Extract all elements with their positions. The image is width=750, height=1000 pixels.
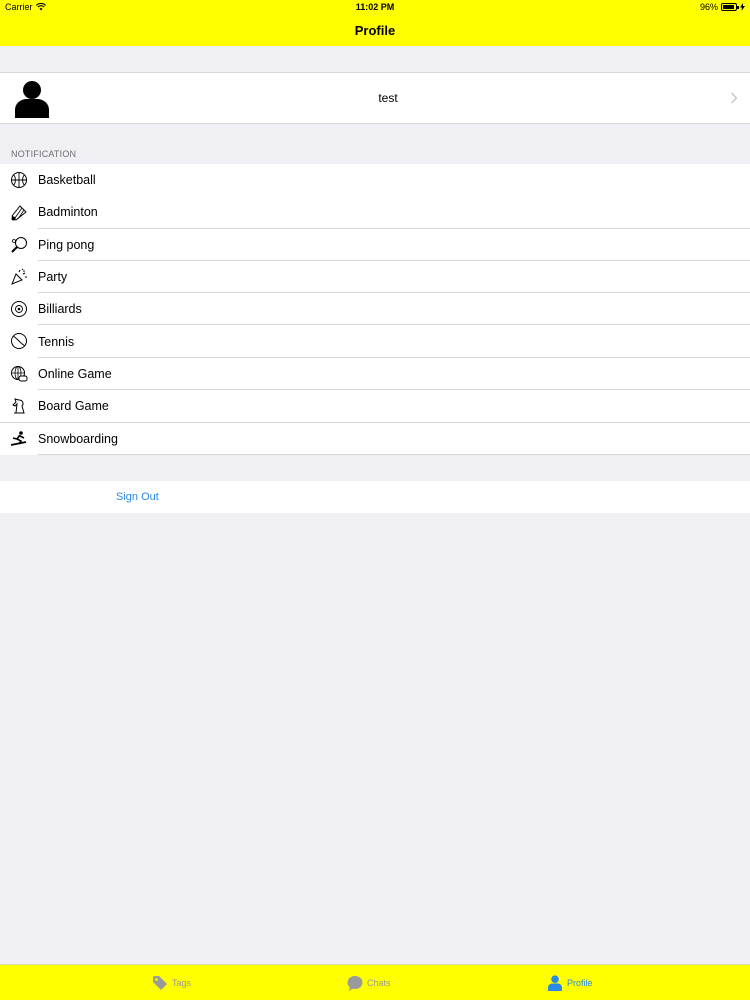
- list-item-party[interactable]: Party: [0, 261, 750, 294]
- party-popper-icon: [11, 268, 27, 285]
- chat-bubble-icon: [347, 976, 363, 991]
- profile-cell[interactable]: test: [0, 72, 750, 124]
- ping-pong-icon: [11, 236, 27, 253]
- globe-controller-icon: [11, 365, 28, 382]
- tab-profile[interactable]: Profile: [547, 965, 593, 1000]
- tab-tags[interactable]: Tags: [152, 965, 191, 1000]
- tab-label: Profile: [567, 978, 593, 988]
- list-item-label: Party: [38, 270, 68, 285]
- list-item-online-game[interactable]: Online Game: [0, 358, 750, 391]
- list-item-label: Ping pong: [38, 237, 95, 252]
- tab-bar: Tags Chats Profile: [0, 964, 750, 1000]
- list-item-billiards[interactable]: Billiards: [0, 293, 750, 326]
- snowboarder-icon: [10, 431, 27, 447]
- tab-chats[interactable]: Chats: [347, 965, 391, 1000]
- chevron-right-icon: [730, 92, 738, 104]
- list-item-ping-pong[interactable]: Ping pong: [0, 229, 750, 262]
- charging-bolt-icon: [740, 3, 745, 11]
- list-item-label: Tennis: [38, 334, 75, 349]
- chess-piece-icon: [12, 398, 25, 414]
- navigation-bar: Profile: [0, 14, 750, 46]
- notification-list: Basketball Badminton Ping pong Party Bil…: [0, 164, 750, 455]
- list-item-board-game[interactable]: Board Game: [0, 390, 750, 422]
- list-item-label: Basketball: [38, 173, 96, 188]
- tab-label: Chats: [367, 978, 391, 988]
- section-header-notification: NOTIFICATION: [11, 149, 77, 159]
- battery-percent: 96%: [699, 2, 718, 12]
- list-item-label: Billiards: [38, 302, 82, 317]
- list-item-tennis[interactable]: Tennis: [0, 325, 750, 359]
- list-item-label: Snowboarding: [38, 432, 118, 447]
- billiard-ball-icon: [11, 301, 27, 318]
- sign-out-button[interactable]: Sign Out: [116, 481, 159, 513]
- battery-indicator: 96%: [700, 0, 745, 14]
- status-bar: Carrier 11:02 PM 96%: [0, 0, 750, 14]
- battery-icon: [721, 3, 739, 11]
- list-item-label: Badminton: [38, 205, 98, 220]
- list-item-label: Online Game: [38, 366, 112, 381]
- sign-out-cell: Sign Out: [0, 481, 750, 513]
- list-item-basketball[interactable]: Basketball: [0, 164, 750, 196]
- clock: 11:02 PM: [355, 2, 395, 12]
- tennis-ball-icon: [11, 333, 27, 350]
- list-item-badminton[interactable]: Badminton: [0, 196, 750, 229]
- person-icon: [548, 975, 562, 991]
- basketball-icon: [11, 172, 27, 188]
- profile-username: test: [378, 91, 398, 105]
- tag-icon: [153, 976, 167, 990]
- list-item-snowboarding[interactable]: Snowboarding: [0, 422, 750, 455]
- list-item-label: Board Game: [38, 399, 109, 414]
- page-title: Profile: [354, 22, 396, 38]
- shuttlecock-icon: [11, 205, 27, 221]
- tab-label: Tags: [172, 978, 192, 988]
